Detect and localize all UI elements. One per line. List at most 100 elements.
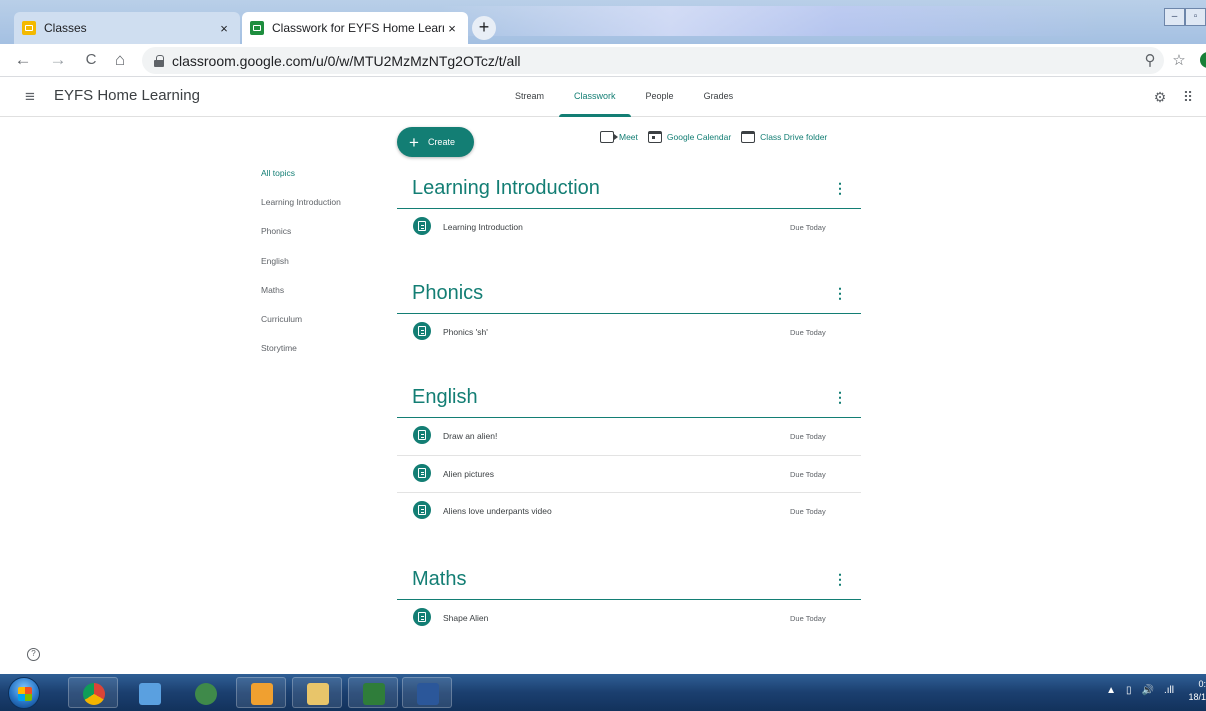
topic-english[interactable]: English [261, 256, 341, 285]
volume-icon[interactable]: 🔊 [1142, 685, 1154, 696]
more-options-icon[interactable]: ⋮ [833, 389, 847, 406]
close-tab-icon[interactable]: × [444, 21, 460, 36]
topic-section-maths: Maths ⋮ Shape Alien Due Today [397, 560, 861, 638]
section-header: Phonics ⋮ [397, 274, 861, 314]
classroom-favicon-icon [250, 21, 264, 35]
tab-stream[interactable]: Stream [500, 77, 559, 117]
class-settings-icon[interactable]: ⚙ [1150, 86, 1170, 108]
due-date: Due Today [790, 469, 826, 479]
section-title[interactable]: English [412, 386, 478, 409]
class-name[interactable]: EYFS Home Learning [54, 87, 200, 104]
back-button[interactable]: ← [12, 49, 34, 71]
folder-icon [741, 131, 756, 143]
topic-maths[interactable]: Maths [261, 285, 341, 314]
due-date: Due Today [790, 223, 826, 232]
taskbar-app-word[interactable] [402, 677, 452, 708]
calendar-label: Google Calendar [666, 132, 732, 142]
tab-people[interactable]: People [631, 77, 689, 117]
assignment-item[interactable]: Alien pictures Due Today [397, 456, 861, 493]
assignment-item[interactable]: Shape Alien Due Today [397, 600, 861, 638]
tab-title: Classwork for EYFS Home Learning [272, 21, 444, 35]
meet-link[interactable]: Meet [600, 131, 638, 143]
minimize-button[interactable]: – [1164, 8, 1185, 26]
create-label: Create [427, 137, 455, 147]
browser-tab-classes[interactable]: Classes × [14, 12, 240, 44]
class-nav-tabs: Stream Classwork People Grades [500, 77, 748, 117]
video-camera-icon [600, 131, 618, 143]
topic-phonics[interactable]: Phonics [261, 226, 341, 255]
assignment-title: Aliens love underpants video [443, 506, 552, 516]
main-menu-icon[interactable]: ≡ [20, 87, 40, 107]
class-drive-folder-link[interactable]: Class Drive folder [741, 131, 827, 143]
restore-button[interactable]: ▫ [1185, 8, 1206, 26]
assignment-title: Phonics 'sh' [443, 327, 488, 337]
topic-all-topics[interactable]: All topics [261, 168, 341, 197]
topic-section-english: English ⋮ Draw an alien! Due Today Alien… [397, 378, 861, 531]
google-calendar-link[interactable]: Google Calendar [647, 131, 732, 143]
due-date: Due Today [790, 328, 826, 337]
profile-avatar[interactable] [1200, 52, 1206, 68]
create-button[interactable]: + Create [397, 127, 474, 157]
assignment-title: Learning Introduction [443, 222, 523, 232]
topic-storytime[interactable]: Storytime [261, 343, 341, 372]
taskbar-app-globe[interactable] [180, 677, 230, 708]
clock-time: 0: [1198, 679, 1206, 689]
classroom-favicon-icon [22, 21, 36, 35]
reload-button[interactable]: C [80, 49, 102, 71]
classroom-header: ≡ EYFS Home Learning Stream Classwork Pe… [0, 77, 1206, 117]
topic-curriculum[interactable]: Curriculum [261, 314, 341, 343]
home-button[interactable]: ⌂ [109, 49, 131, 71]
tab-grades[interactable]: Grades [689, 77, 749, 117]
section-header: Learning Introduction ⋮ [397, 169, 861, 209]
section-title[interactable]: Maths [412, 568, 466, 591]
browser-toolbar: ← → C ⌂ classroom.google.com/u/0/w/MTU2M… [0, 44, 1206, 77]
help-icon[interactable]: ? [27, 648, 40, 661]
assignment-item[interactable]: Learning Introduction Due Today [397, 209, 861, 247]
forward-button[interactable]: → [47, 49, 69, 71]
more-options-icon[interactable]: ⋮ [833, 180, 847, 197]
drive-label: Class Drive folder [760, 132, 828, 142]
signal-icon[interactable]: .ıll [1164, 685, 1174, 696]
section-title[interactable]: Learning Introduction [412, 177, 600, 200]
plus-icon: + [409, 132, 419, 152]
google-apps-icon[interactable]: ⠿ [1178, 86, 1198, 108]
assignment-icon [413, 322, 431, 340]
tray-arrow-icon[interactable]: ▲ [1106, 685, 1116, 696]
address-bar[interactable]: classroom.google.com/u/0/w/MTU2MzMzNTg2O… [142, 47, 1164, 74]
taskbar-clock[interactable]: 0: 18/1 [1178, 678, 1206, 704]
browser-tab-strip: Classes × Classwork for EYFS Home Learni… [0, 0, 1206, 44]
tab-title: Classes [44, 21, 87, 35]
assignment-title: Shape Alien [443, 613, 489, 623]
section-header: Maths ⋮ [397, 560, 861, 600]
assignment-item[interactable]: Aliens love underpants video Due Today [397, 493, 861, 531]
bookmark-star-icon[interactable]: ☆ [1168, 50, 1190, 72]
section-title[interactable]: Phonics [412, 282, 483, 305]
topic-section-phonics: Phonics ⋮ Phonics 'sh' Due Today [397, 274, 861, 352]
start-button[interactable] [8, 677, 40, 709]
meet-label: Meet [619, 132, 638, 142]
windows-taskbar: ▲ ▯ 🔊 .ıll 0: 18/1 [0, 674, 1206, 711]
assignment-item[interactable]: Phonics 'sh' Due Today [397, 314, 861, 352]
close-tab-icon[interactable]: × [216, 21, 232, 36]
battery-icon[interactable]: ▯ [1126, 685, 1132, 696]
system-tray: ▲ ▯ 🔊 .ıll [1096, 685, 1174, 696]
assignment-icon [413, 608, 431, 626]
classwork-links: Meet Google Calendar Class Drive folder [600, 131, 837, 143]
tab-classwork[interactable]: Classwork [559, 77, 631, 117]
calendar-icon [647, 131, 662, 143]
browser-tab-classwork[interactable]: Classwork for EYFS Home Learning × [242, 12, 468, 44]
due-date: Due Today [790, 507, 826, 516]
topic-learning-introduction[interactable]: Learning Introduction [261, 197, 341, 226]
zoom-icon[interactable]: ⚲ [1139, 50, 1161, 72]
taskbar-chrome[interactable] [68, 677, 118, 708]
taskbar-app-explorer[interactable] [292, 677, 342, 708]
assignment-item[interactable]: Draw an alien! Due Today [397, 418, 861, 456]
more-options-icon[interactable]: ⋮ [833, 285, 847, 302]
taskbar-app-journal[interactable] [124, 677, 174, 708]
new-tab-button[interactable]: + [472, 16, 496, 40]
url-text: classroom.google.com/u/0/w/MTU2MzMzNTg2O… [172, 52, 521, 69]
topic-list: All topics Learning Introduction Phonics… [261, 168, 341, 372]
taskbar-app-excel[interactable] [348, 677, 398, 708]
more-options-icon[interactable]: ⋮ [833, 571, 847, 588]
taskbar-app-outlook[interactable] [236, 677, 286, 708]
